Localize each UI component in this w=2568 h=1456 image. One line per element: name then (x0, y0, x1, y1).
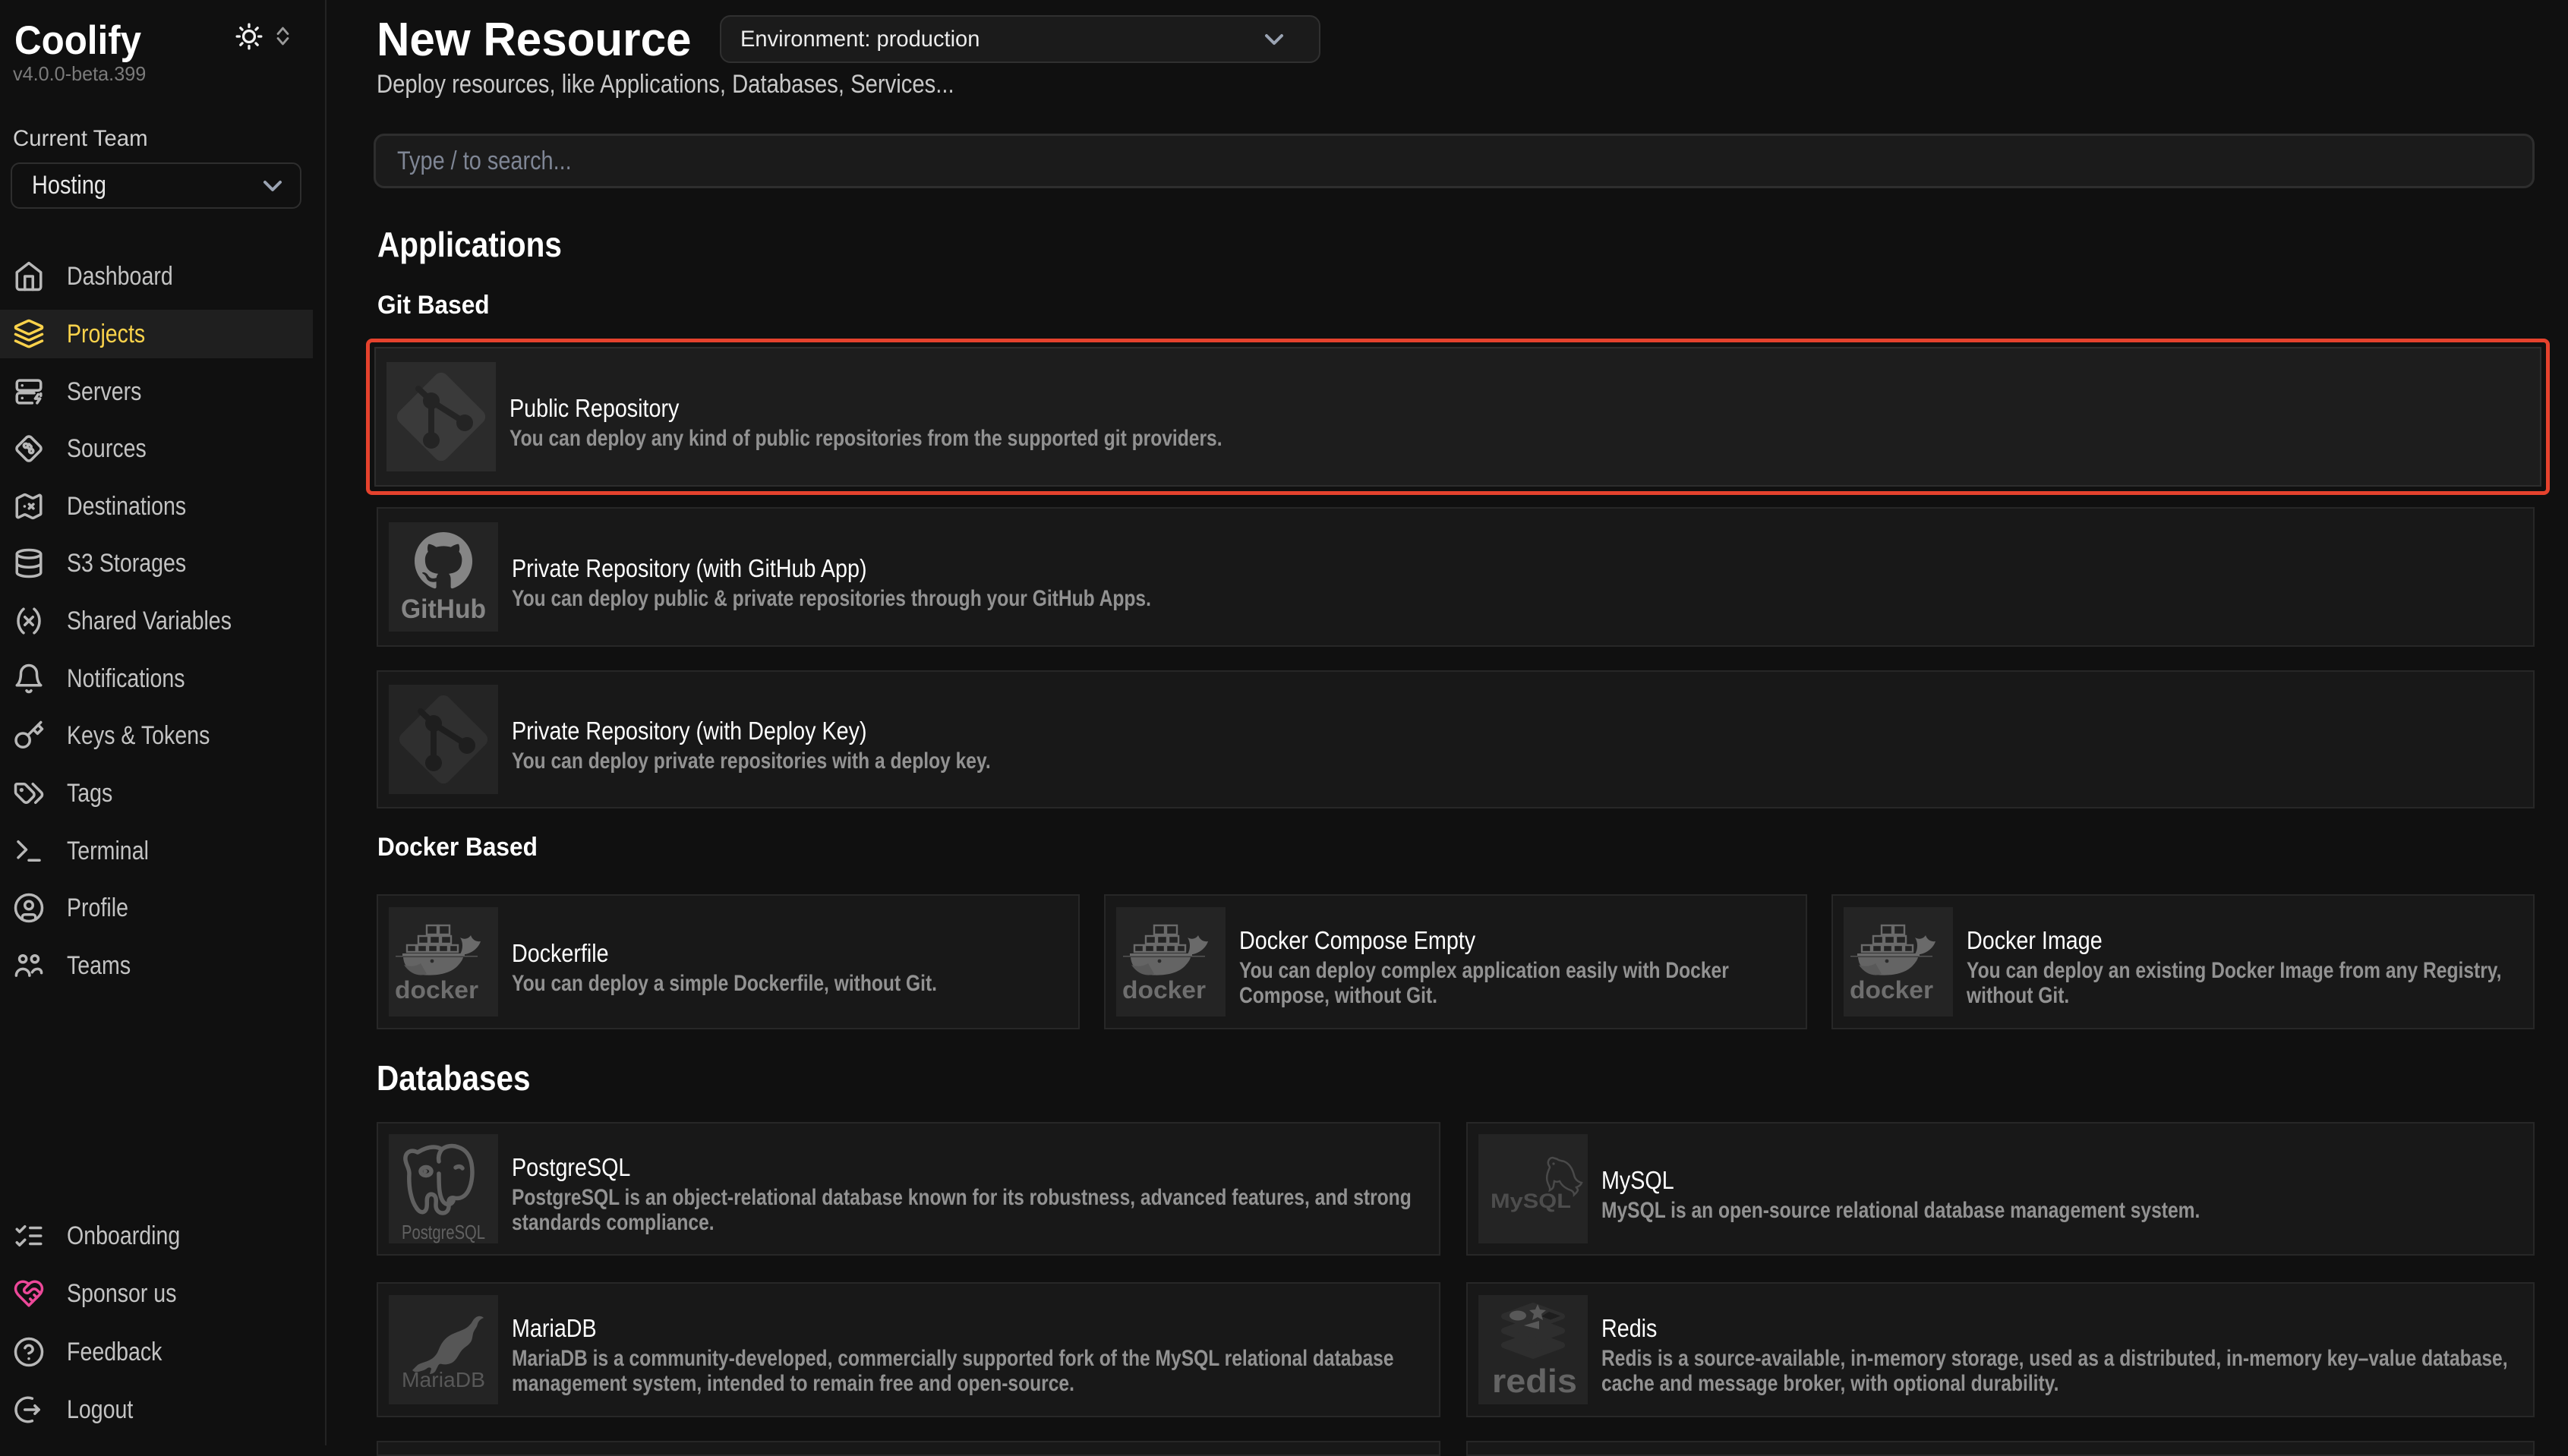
svg-text:docker: docker (1850, 976, 1933, 1004)
svg-text:redis: redis (1492, 1363, 1577, 1400)
svg-text:docker: docker (395, 976, 478, 1004)
svg-text:GitHub: GitHub (401, 594, 486, 624)
svg-text:docker: docker (1122, 976, 1206, 1004)
svg-text:MySQL: MySQL (1491, 1190, 1571, 1212)
svg-text:MariaDB: MariaDB (402, 1368, 485, 1391)
svg-text:PostgreSQL: PostgreSQL (402, 1221, 485, 1243)
